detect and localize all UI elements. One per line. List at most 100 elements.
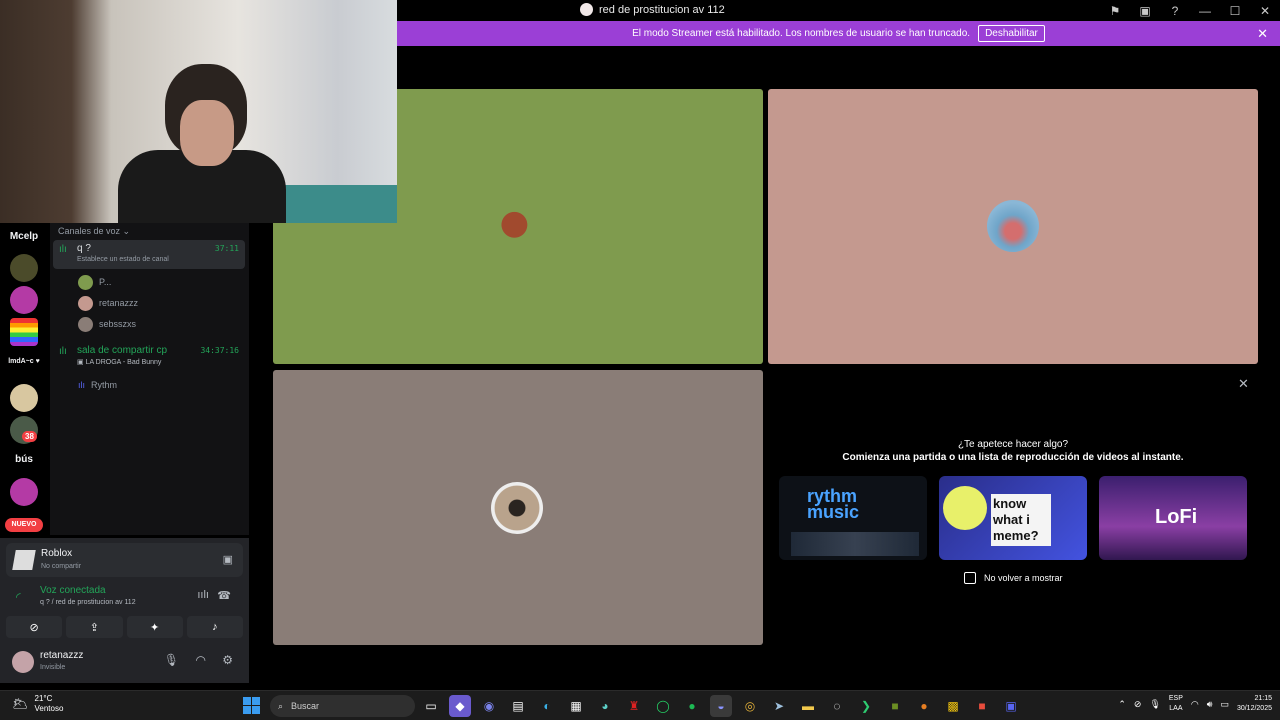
start-button[interactable]	[243, 697, 260, 714]
signal-icon[interactable]: ◜	[16, 590, 21, 604]
voice-location[interactable]: q ? / red de prostitucion av 112	[40, 599, 136, 606]
chrome-icon[interactable]: ◎	[739, 695, 761, 717]
user-avatar[interactable]	[12, 651, 34, 673]
banner-close-icon[interactable]: ✕	[1257, 26, 1268, 42]
headphones-icon[interactable]: ◠	[196, 653, 206, 667]
network-off-icon[interactable]: ⊘	[1134, 699, 1142, 710]
voice-channel[interactable]: ılı q ? Establece un estado de canal 37:…	[53, 240, 245, 269]
whatsapp-icon[interactable]: ◯	[652, 695, 674, 717]
stream-game-icon[interactable]: ▣	[223, 553, 233, 566]
app-icon[interactable]: ▣	[1000, 695, 1022, 717]
clock[interactable]: 21:15 30/12/2025	[1237, 694, 1272, 714]
weather-icon: 🌥︎	[12, 696, 29, 711]
app-icon[interactable]: ■	[884, 695, 906, 717]
user-status: Invisible	[40, 664, 66, 671]
server-icon[interactable]: lmdA~c ♥	[0, 358, 48, 365]
server-icon[interactable]	[10, 286, 38, 314]
server-label[interactable]: Mcelp	[0, 231, 48, 242]
activity-title: Roblox	[41, 548, 73, 559]
voice-user-name: Rythm	[91, 380, 118, 390]
server-icon[interactable]	[10, 478, 38, 506]
app-icon[interactable]: ❯	[855, 695, 877, 717]
spotify-icon[interactable]: ●	[681, 695, 703, 717]
streamer-banner: El modo Streamer está habilitado. Los no…	[397, 21, 1280, 46]
server-icon[interactable]	[10, 318, 38, 346]
voice-channel[interactable]: ılı sala de compartir cp ▣ LA DROGA - Ba…	[53, 342, 245, 370]
minimize-button[interactable]: —	[1190, 0, 1220, 21]
volume-icon[interactable]: 🔊︎	[1207, 699, 1213, 710]
channel-timer: 34:37:16	[200, 346, 239, 355]
copilot-icon[interactable]: ◆	[449, 695, 471, 717]
mic-icon[interactable]: 🎙︎	[164, 653, 179, 667]
voice-user[interactable]: retanazzz	[78, 294, 138, 312]
app-icon[interactable]: ■	[971, 695, 993, 717]
help-icon[interactable]: ?	[1160, 0, 1190, 21]
settings-gear-icon[interactable]: ⚙	[222, 653, 233, 667]
webcam-person-face	[180, 100, 234, 166]
maximize-button[interactable]: ☐	[1220, 0, 1250, 21]
noise-icon[interactable]: ıılı	[197, 589, 209, 601]
screen-icon[interactable]: ▣	[1130, 0, 1160, 21]
taskbar-search[interactable]: ⌕ Buscar	[270, 695, 415, 717]
mcafee-icon[interactable]: ♜	[623, 695, 645, 717]
language-indicator[interactable]: ESP LAA	[1169, 694, 1183, 714]
voice-user[interactable]: ılı Rythm	[78, 376, 117, 394]
terminal-icon[interactable]: ▤	[507, 695, 529, 717]
voice-status: ◜ Voz conectada q ? / red de prostitucio…	[6, 582, 243, 614]
dont-show-checkbox[interactable]	[964, 572, 976, 584]
weather-widget[interactable]: 🌥︎ 21°C Ventoso	[12, 694, 63, 714]
user-name[interactable]: retanazzz	[40, 650, 83, 661]
battery-icon[interactable]: ▭	[1220, 699, 1229, 710]
voice-connected[interactable]: Voz conectada	[40, 585, 106, 596]
teams-icon[interactable]: ◉	[478, 695, 500, 717]
voice-wave-icon: ılı	[59, 244, 67, 255]
voice-user[interactable]: sebsszxs	[78, 315, 136, 333]
task-view-icon[interactable]: ▭	[420, 695, 442, 717]
suggestion-close-icon[interactable]: ✕	[1238, 376, 1249, 392]
roblox-icon	[12, 550, 36, 570]
disable-button[interactable]: Deshabilitar	[978, 25, 1045, 42]
channel-activity: ▣ LA DROGA - Bad Bunny	[77, 359, 162, 366]
voice-category[interactable]: Canales de voz ⌄	[58, 226, 130, 237]
screen-share-button[interactable]: ⇪	[66, 616, 123, 638]
activity-row[interactable]: Roblox No compartir ▣	[6, 543, 243, 577]
video-tile-3[interactable]	[273, 370, 763, 645]
avatar	[78, 295, 93, 311]
app-icon[interactable]: ▩	[942, 695, 964, 717]
mic-tray-icon[interactable]: 🎙︎	[1149, 699, 1160, 710]
steam-icon[interactable]: ➤	[768, 695, 790, 717]
close-button[interactable]: ✕	[1250, 0, 1280, 21]
keyboard-layout: LAA	[1169, 705, 1183, 712]
camera-off-button[interactable]: ⊘	[6, 616, 63, 638]
chevron-up-icon[interactable]: ⌃	[1118, 699, 1126, 710]
server-label[interactable]: bús	[0, 454, 48, 465]
channel-status[interactable]: Establece un estado de canal	[77, 256, 169, 263]
voice-user[interactable]: P...	[78, 273, 111, 291]
discord-icon[interactable]: ◒	[710, 695, 732, 717]
app-icon[interactable]: ●	[913, 695, 935, 717]
activity-card-rythm[interactable]: rythm music	[779, 476, 927, 560]
window-title: red de prostitucion av 112	[580, 3, 725, 16]
edge-icon[interactable]: ◐	[536, 695, 558, 717]
disconnect-icon[interactable]: ☎	[217, 589, 231, 602]
weather-temp: 21°C	[34, 694, 53, 703]
soundboard-button[interactable]: ♪	[186, 616, 243, 638]
voice-tools: ⊘ ⇪ ✦ ♪	[6, 616, 243, 638]
wifi-icon[interactable]: ◠	[1191, 699, 1199, 710]
search-placeholder: Buscar	[291, 701, 320, 711]
video-tile-2[interactable]	[768, 89, 1258, 364]
explorer-icon[interactable]: ▬	[797, 695, 819, 717]
new-badge[interactable]: NUEVO	[5, 518, 43, 532]
server-icon[interactable]	[10, 254, 38, 282]
voice-user-name: P...	[99, 277, 112, 287]
activity-card-lofi[interactable]: LoFi	[1099, 476, 1247, 560]
inbox-icon[interactable]: ⚑	[1100, 0, 1130, 21]
card-screenshot	[791, 532, 919, 556]
activities-button[interactable]: ✦	[126, 616, 183, 638]
browser-icon[interactable]: ◕	[594, 695, 616, 717]
app-icon[interactable]: ◌	[826, 695, 848, 717]
activity-card-meme[interactable]: know what i meme?	[939, 476, 1087, 560]
server-icon[interactable]	[10, 384, 38, 412]
store-icon[interactable]: ▦	[565, 695, 587, 717]
taskbar-apps: ▭ ◆ ◉ ▤ ◐ ▦ ◕ ♜ ◯ ● ◒ ◎ ➤ ▬ ◌ ❯ ■ ● ▩ ■ …	[420, 695, 1022, 717]
